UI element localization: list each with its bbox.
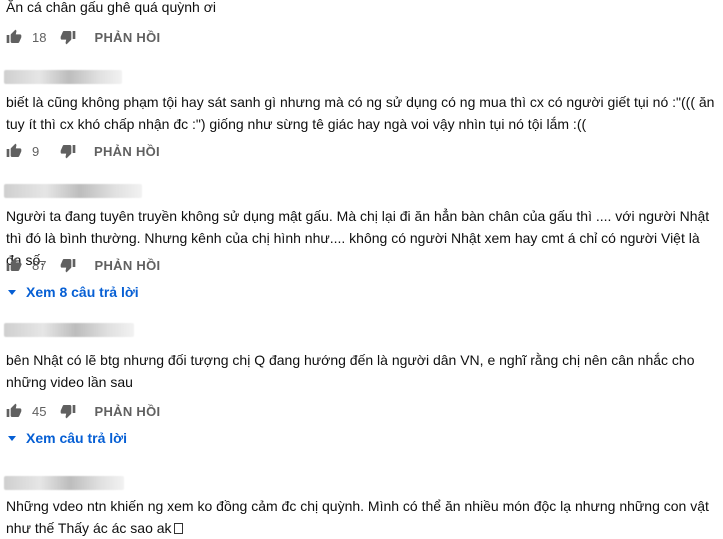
thumbs-down-icon[interactable] xyxy=(60,403,76,419)
caret-down-icon xyxy=(8,435,16,441)
thumbs-up-icon[interactable] xyxy=(6,257,22,273)
comment-text: Những vdeo ntn khiến ng xem ko đồng cảm … xyxy=(6,495,718,539)
thumbs-up-icon[interactable] xyxy=(6,29,22,45)
reply-button[interactable]: PHẢN HỒI xyxy=(94,30,160,45)
thumbs-down-icon[interactable] xyxy=(60,143,76,159)
comment-actions: 87 PHẢN HỒI xyxy=(6,256,160,274)
view-replies-button[interactable]: Xem câu trả lời xyxy=(6,429,127,447)
like-count: 87 xyxy=(32,257,47,273)
comment-text: biết là cũng không phạm tội hay sát sanh… xyxy=(6,94,715,132)
view-replies-button[interactable]: Xem 8 câu trả lời xyxy=(6,283,139,301)
author-name[interactable] xyxy=(4,70,122,84)
comment-actions: 45 PHẢN HỒI xyxy=(6,402,160,420)
thumbs-up-icon[interactable] xyxy=(6,143,22,159)
thumbs-down-icon[interactable] xyxy=(60,29,76,45)
comment-text: bên Nhật có lẽ btg nhưng đối tượng chị Q… xyxy=(6,352,695,390)
author-name[interactable] xyxy=(4,476,124,490)
view-replies-label: Xem 8 câu trả lời xyxy=(26,284,139,300)
like-count: 18 xyxy=(32,29,47,45)
comment-actions: 9 PHẢN HỒI xyxy=(6,142,160,160)
like-count: 45 xyxy=(32,403,47,419)
reply-button[interactable]: PHẢN HỒI xyxy=(94,404,160,419)
thumbs-down-icon[interactable] xyxy=(60,257,76,273)
comment-actions: 18 PHẢN HỒI xyxy=(6,28,160,46)
caret-down-icon xyxy=(8,289,16,295)
emoji-icon xyxy=(173,523,183,534)
reply-button[interactable]: PHẢN HỒI xyxy=(94,258,160,273)
view-replies-label: Xem câu trả lời xyxy=(26,430,127,446)
reply-button[interactable]: PHẢN HỒI xyxy=(94,144,160,159)
author-name[interactable] xyxy=(4,184,142,198)
like-count: 9 xyxy=(32,143,40,159)
thumbs-up-icon[interactable] xyxy=(6,403,22,419)
comment-text-content: Những vdeo ntn khiến ng xem ko đồng cảm … xyxy=(6,498,709,536)
comment-text: Ăn cá chân gấu ghê quá quỳnh ơi xyxy=(6,0,217,15)
author-name[interactable] xyxy=(4,323,134,337)
